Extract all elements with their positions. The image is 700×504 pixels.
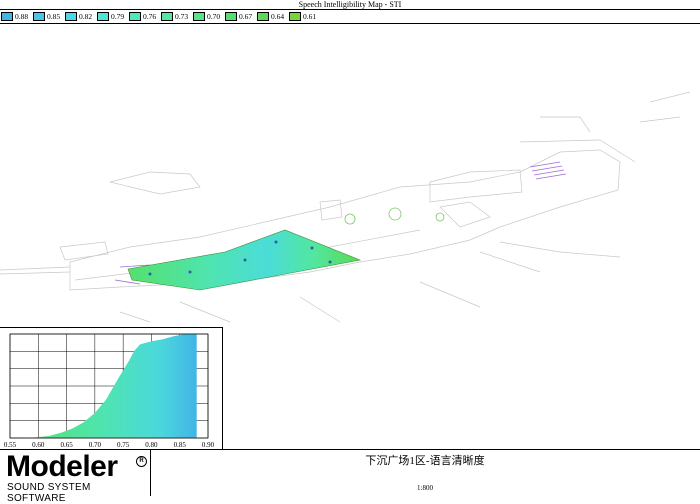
legend-item: 0.61: [288, 11, 320, 22]
legend-label: 0.73: [175, 12, 189, 21]
x-tick-label: 0.90: [202, 441, 215, 449]
legend-label: 0.67: [239, 12, 253, 21]
legend-swatch: [129, 12, 141, 21]
legend-swatch: [97, 12, 109, 21]
legend-swatch: [289, 12, 301, 21]
building-outline: [0, 91, 691, 323]
x-tick-label: 0.65: [60, 441, 73, 449]
legend-swatch: [225, 12, 237, 21]
legend-item: 0.76: [128, 11, 160, 22]
legend-item: 0.79: [96, 11, 128, 22]
legend-label: 0.82: [79, 12, 93, 21]
legend-swatch: [161, 12, 173, 21]
x-tick-label: 0.70: [89, 441, 102, 449]
legend-item: 0.64: [256, 11, 288, 22]
modeler-logo: Modeler R SOUND SYSTEM SOFTWARE: [0, 450, 151, 504]
legend-item: 0.67: [224, 11, 256, 22]
landscape-details: [344, 207, 445, 225]
legend-item: 0.85: [32, 11, 64, 22]
legend-swatch: [193, 12, 205, 21]
logo-word: Modeler: [6, 450, 118, 483]
map-title: Speech Intelligibility Map - STI: [298, 0, 402, 9]
registered-mark: R: [136, 456, 147, 467]
legend-item: 0.82: [64, 11, 96, 22]
legend-label: 0.64: [271, 12, 285, 21]
chart-plot: 0.55 0.60 0.65 0.70 0.75 0.80 0.85 0.90: [4, 333, 215, 449]
legend-label: 0.79: [111, 12, 125, 21]
title-block: Modeler R SOUND SYSTEM SOFTWARE 下沉广场1区-语…: [0, 449, 700, 504]
x-tick-label: 0.60: [32, 441, 45, 449]
sti-distribution-chart: 0.55 0.60 0.65 0.70 0.75 0.80 0.85 0.90: [0, 327, 223, 451]
legend-item: 0.88: [0, 11, 32, 22]
legend-label: 0.85: [47, 12, 61, 21]
drawing-title: 下沉广场1区-语言清晰度: [365, 455, 485, 467]
legend-item: 0.70: [192, 11, 224, 22]
floor-plan-drawing: [0, 91, 691, 323]
legend-label: 0.88: [15, 12, 29, 21]
legend-swatch: [257, 12, 269, 21]
logo-subtitle: SOUND SYSTEM SOFTWARE: [7, 482, 91, 504]
x-tick-label: 0.55: [4, 441, 17, 449]
legend-swatch: [65, 12, 77, 21]
legend-swatch: [33, 12, 45, 21]
legend-label: 0.70: [207, 12, 221, 21]
x-tick-label: 0.80: [145, 441, 158, 449]
legend-swatch: [1, 12, 13, 21]
legend-item: 0.73: [160, 11, 192, 22]
drawing-scale: 1:800: [417, 484, 433, 492]
x-tick-label: 0.75: [117, 441, 130, 449]
legend-label: 0.76: [143, 12, 157, 21]
legend-label: 0.61: [303, 12, 317, 21]
x-tick-label: 0.85: [174, 441, 187, 449]
